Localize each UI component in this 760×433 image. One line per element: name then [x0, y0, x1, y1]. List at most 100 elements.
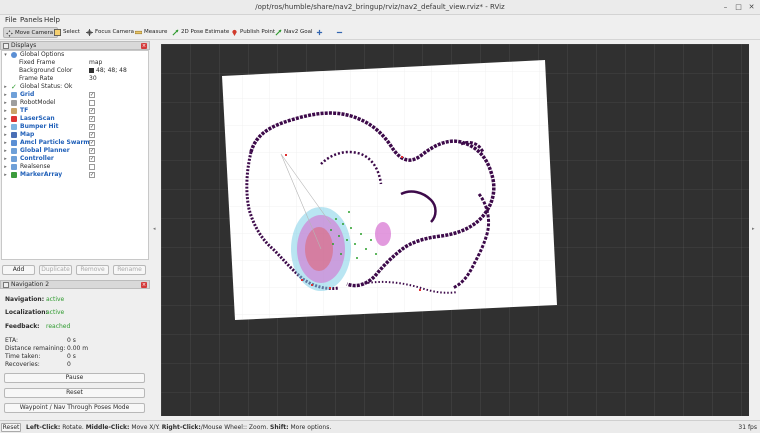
maximize-button[interactable]: □: [734, 3, 743, 12]
expand-right-icon[interactable]: ▸: [3, 91, 8, 99]
tree-row-global-planner[interactable]: ▸ Global Planner ✓: [2, 147, 148, 155]
tree-row-frame-rate[interactable]: Frame Rate 30: [2, 75, 148, 83]
checkbox-robotmodel[interactable]: [89, 100, 95, 106]
menu-file[interactable]: File: [5, 16, 17, 24]
reset-view-button[interactable]: Reset: [1, 423, 21, 432]
expand-right-icon[interactable]: ▸: [3, 107, 8, 115]
background-color-value[interactable]: 48; 48; 48: [89, 67, 127, 75]
collapse-left-icon[interactable]: ◂: [153, 226, 156, 232]
minimize-button[interactable]: –: [721, 3, 730, 12]
select-tool[interactable]: Select: [52, 27, 80, 38]
tree-row-realsense[interactable]: ▸ Realsense: [2, 163, 148, 171]
checkbox-bumper-hit[interactable]: ✓: [89, 124, 95, 130]
remove-button[interactable]: Remove: [76, 265, 109, 275]
globe-icon: [11, 52, 17, 58]
hint-text: Rotate.: [60, 424, 86, 431]
robot-icon: [11, 100, 17, 106]
expand-right-icon[interactable]: ▸: [3, 123, 8, 131]
tree-row-label: Amcl Particle Swarm: [20, 139, 90, 146]
measure-tool[interactable]: Measure: [133, 27, 167, 38]
ruler-icon: [135, 30, 142, 35]
nav2-close-icon[interactable]: ×: [141, 282, 147, 288]
tree-row-global-status[interactable]: ▸ ✓ Global Status: Ok: [2, 83, 148, 91]
folder-icon: [11, 164, 17, 170]
tree-row-controller[interactable]: ▸ Controller ✓: [2, 155, 148, 163]
publish-point-tool[interactable]: Publish Point: [229, 27, 275, 38]
scan-point: [311, 284, 313, 286]
tree-row-laserscan[interactable]: ▸ LaserScan ✓: [2, 115, 148, 123]
fixed-frame-value[interactable]: map: [89, 59, 102, 67]
expand-right-icon[interactable]: ▸: [3, 171, 8, 179]
tree-row-robotmodel[interactable]: ▸ RobotModel: [2, 99, 148, 107]
hint-key: Left-Click:: [26, 424, 61, 431]
checkbox-global-planner[interactable]: ✓: [89, 148, 95, 154]
particle: [350, 227, 352, 229]
checkbox-laserscan[interactable]: ✓: [89, 116, 95, 122]
nav2-goal-tool[interactable]: Nav2 Goal: [273, 27, 313, 38]
expand-right-icon[interactable]: ▸: [3, 139, 8, 147]
add-button[interactable]: Add: [2, 265, 35, 275]
cost-lethal-zone: [305, 227, 333, 271]
right-splitter[interactable]: ▸: [749, 40, 760, 420]
pose-arrow-icon: [172, 29, 179, 36]
distance-value: 0.00 m: [67, 345, 89, 352]
add-tool-button[interactable]: [314, 27, 323, 38]
tree-row-label: Controller: [20, 155, 54, 162]
tree-row-global-options[interactable]: ▾ Global Options: [2, 51, 148, 59]
checkbox-controller[interactable]: ✓: [89, 156, 95, 162]
checkbox-amcl[interactable]: ✓: [89, 140, 95, 146]
tree-row-label: Global Status: Ok: [20, 83, 73, 90]
map-pin-icon: [232, 29, 237, 36]
close-button[interactable]: ✕: [747, 3, 756, 12]
waypoint-mode-button[interactable]: Waypoint / Nav Through Poses Mode: [4, 403, 145, 413]
reset-nav-button[interactable]: Reset: [4, 388, 145, 398]
tree-row-markerarray[interactable]: ▸ MarkerArray ✓: [2, 171, 148, 179]
folder-icon: [11, 156, 17, 162]
duplicate-button[interactable]: Duplicate: [39, 265, 72, 275]
hint-key: Shift:: [270, 424, 289, 431]
particle: [340, 253, 342, 255]
move-camera-tool[interactable]: Move Camera: [3, 27, 59, 38]
expand-right-icon[interactable]: ▸: [3, 115, 8, 123]
tree-row-amcl-particle-swarm[interactable]: ▸ Amcl Particle Swarm ✓: [2, 139, 148, 147]
checkbox-realsense[interactable]: [89, 164, 95, 170]
time-taken-value: 0 s: [67, 353, 76, 360]
remove-tool-button[interactable]: [334, 27, 343, 38]
tree-row-label: Fixed Frame: [19, 59, 56, 66]
tree-row-grid[interactable]: ▸ Grid ✓: [2, 91, 148, 99]
checkbox-markerarray[interactable]: ✓: [89, 172, 95, 178]
plus-icon: [316, 29, 323, 36]
expand-down-icon[interactable]: ▾: [3, 51, 8, 59]
expand-right-icon[interactable]: ▸: [3, 147, 8, 155]
pause-button[interactable]: Pause: [4, 373, 145, 383]
checkbox-grid[interactable]: ✓: [89, 92, 95, 98]
minus-icon: [336, 31, 343, 34]
checkbox-map[interactable]: ✓: [89, 132, 95, 138]
render-viewport[interactable]: [161, 44, 749, 416]
tree-row-bumper-hit[interactable]: ▸ Bumper Hit ✓: [2, 123, 148, 131]
expand-right-icon[interactable]: ▸: [3, 99, 8, 107]
left-splitter[interactable]: ◂: [150, 40, 161, 420]
expand-right-icon[interactable]: ▸: [3, 131, 8, 139]
focus-camera-tool[interactable]: Focus Camera: [84, 27, 134, 38]
displays-close-icon[interactable]: ×: [141, 43, 147, 49]
scene-canvas[interactable]: [161, 44, 749, 416]
pose-estimate-tool[interactable]: 2D Pose Estimate: [170, 27, 229, 38]
rename-button[interactable]: Rename: [113, 265, 146, 275]
collapse-right-icon[interactable]: ▸: [752, 226, 755, 232]
displays-panel-header: Displays ×: [0, 41, 150, 50]
tree-row-tf[interactable]: ▸ TF ✓: [2, 107, 148, 115]
checkbox-tf[interactable]: ✓: [89, 108, 95, 114]
menu-panels[interactable]: Panels: [20, 16, 43, 24]
menu-help[interactable]: Help: [44, 16, 60, 24]
scan-point: [401, 156, 403, 158]
particle: [356, 257, 358, 259]
expand-right-icon[interactable]: ▸: [3, 163, 8, 171]
frame-rate-value[interactable]: 30: [89, 75, 97, 83]
tree-row-map[interactable]: ▸ Map ✓: [2, 131, 148, 139]
scan-point: [285, 154, 287, 156]
expand-right-icon[interactable]: ▸: [3, 83, 8, 91]
tree-row-fixed-frame[interactable]: Fixed Frame map: [2, 59, 148, 67]
expand-right-icon[interactable]: ▸: [3, 155, 8, 163]
tree-row-background-color[interactable]: Background Color 48; 48; 48: [2, 67, 148, 75]
